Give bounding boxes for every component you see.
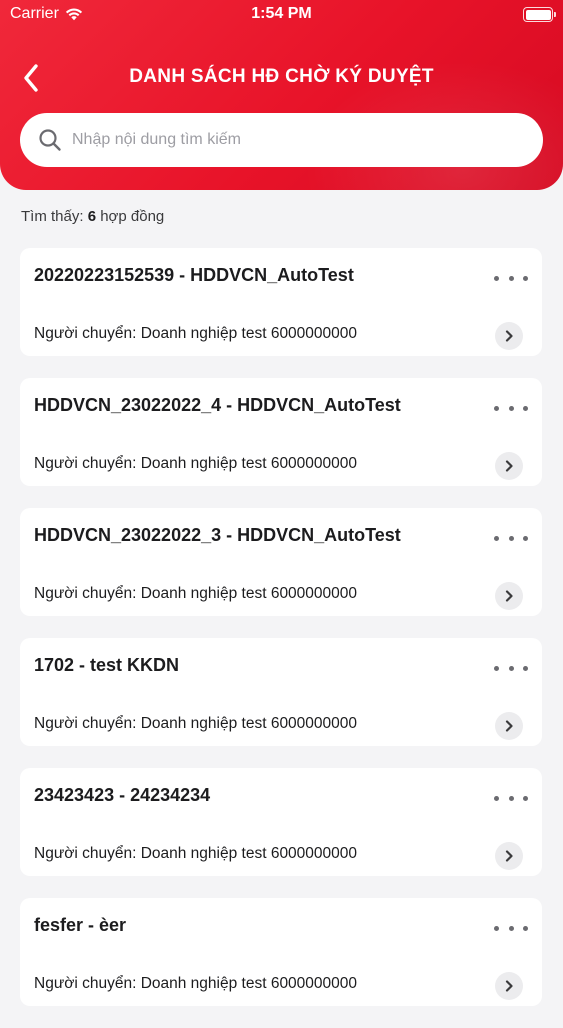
result-count-number: 6 (87, 208, 97, 225)
more-dot-icon (523, 665, 528, 671)
more-dot-icon (494, 665, 499, 671)
contract-card[interactable]: fesfer - èer Người chuyển: Doanh nghiệp … (20, 898, 542, 1006)
contract-sender: Người chuyển: Doanh nghiệp test 60000000… (34, 585, 358, 602)
contract-detail-button[interactable] (495, 452, 523, 480)
more-dot-icon (508, 795, 514, 801)
contract-sender: Người chuyển: Doanh nghiệp test 60000000… (34, 455, 358, 472)
status-bar: Carrier 1:54 PM (0, 0, 563, 30)
more-dot-icon (508, 405, 514, 411)
more-dot-icon (494, 275, 499, 281)
search-input[interactable] (72, 131, 512, 149)
more-options-button[interactable] (494, 918, 528, 938)
contract-card[interactable]: 23423423 - 24234234 Người chuyển: Doanh … (20, 768, 542, 876)
search-box[interactable] (20, 113, 543, 167)
contract-card[interactable]: 20220223152539 - HDDVCN_AutoTest Người c… (20, 248, 542, 356)
more-dot-icon (523, 795, 528, 801)
contract-detail-button[interactable] (495, 322, 523, 350)
search-icon (39, 129, 61, 151)
more-dot-icon (494, 535, 499, 541)
contract-sender: Người chuyển: Doanh nghiệp test 60000000… (34, 715, 358, 732)
contract-detail-button[interactable] (495, 972, 523, 1000)
chevron-right-icon (505, 330, 513, 342)
contract-sender: Người chuyển: Doanh nghiệp test 60000000… (34, 845, 358, 862)
contract-title: 23423423 - 24234234 (34, 785, 211, 805)
clock: 1:54 PM (251, 5, 312, 22)
result-count: Tìm thấy: 6 hợp đồng (21, 208, 164, 225)
chevron-right-icon (505, 850, 513, 862)
more-dot-icon (494, 795, 499, 801)
contract-sender: Người chuyển: Doanh nghiệp test 60000000… (34, 325, 358, 342)
contract-sender: Người chuyển: Doanh nghiệp test 60000000… (34, 975, 358, 992)
page-title: DANH SÁCH HĐ CHỜ KÝ DUYỆT (129, 66, 434, 87)
more-dot-icon (523, 405, 528, 411)
more-dot-icon (508, 665, 514, 671)
contract-card[interactable]: HDDVCN_23022022_4 - HDDVCN_AutoTest Ngườ… (20, 378, 542, 486)
chevron-right-icon (505, 720, 513, 732)
chevron-left-icon (24, 64, 38, 92)
more-dot-icon (508, 535, 514, 541)
more-options-button[interactable] (494, 658, 528, 678)
contract-title: 1702 - test KKDN (34, 655, 180, 675)
contract-list: 20220223152539 - HDDVCN_AutoTest Người c… (20, 248, 542, 1028)
more-dot-icon (508, 275, 514, 281)
contract-card[interactable]: 1702 - test KKDN Người chuyển: Doanh ngh… (20, 638, 542, 746)
result-count-prefix: Tìm thấy: (21, 208, 88, 225)
chevron-right-icon (505, 460, 513, 472)
chevron-right-icon (505, 590, 513, 602)
contract-title: HDDVCN_23022022_4 - HDDVCN_AutoTest (34, 395, 401, 415)
more-dot-icon (494, 925, 499, 931)
more-options-button[interactable] (494, 788, 528, 808)
contract-detail-button[interactable] (495, 842, 523, 870)
battery-icon (523, 7, 556, 22)
more-options-button[interactable] (494, 528, 528, 548)
more-dot-icon (494, 405, 499, 411)
contract-card[interactable]: HDDVCN_23022022_3 - HDDVCN_AutoTest Ngườ… (20, 508, 542, 616)
contract-title: HDDVCN_23022022_3 - HDDVCN_AutoTest (34, 525, 401, 545)
contract-title: fesfer - èer (34, 915, 127, 935)
contract-detail-button[interactable] (495, 712, 523, 740)
back-button[interactable] (14, 58, 48, 98)
header: Carrier 1:54 PM DANH SÁCH HĐ CHỜ KÝ DUYỆ… (0, 0, 563, 190)
more-dot-icon (523, 925, 528, 931)
more-dot-icon (523, 275, 528, 281)
result-count-suffix: hợp đồng (96, 208, 165, 225)
chevron-right-icon (505, 980, 513, 992)
contract-detail-button[interactable] (495, 582, 523, 610)
contract-title: 20220223152539 - HDDVCN_AutoTest (34, 265, 354, 285)
more-options-button[interactable] (494, 398, 528, 418)
more-dot-icon (523, 535, 528, 541)
more-options-button[interactable] (494, 268, 528, 288)
more-dot-icon (508, 925, 514, 931)
